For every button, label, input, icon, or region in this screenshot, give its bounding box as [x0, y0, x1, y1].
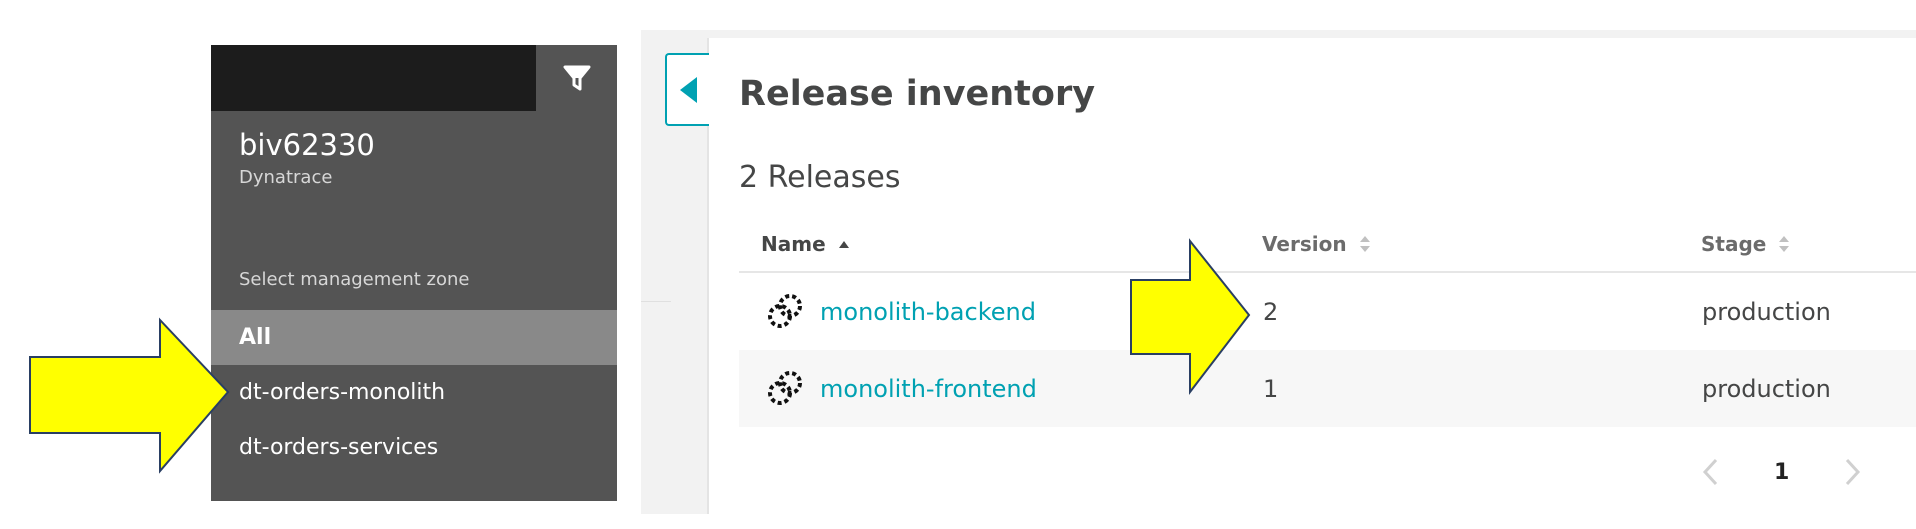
annotation-arrow-version — [1130, 238, 1251, 395]
annotation-arrow-zone — [29, 317, 230, 474]
annotation-arrows — [29, 238, 1251, 474]
